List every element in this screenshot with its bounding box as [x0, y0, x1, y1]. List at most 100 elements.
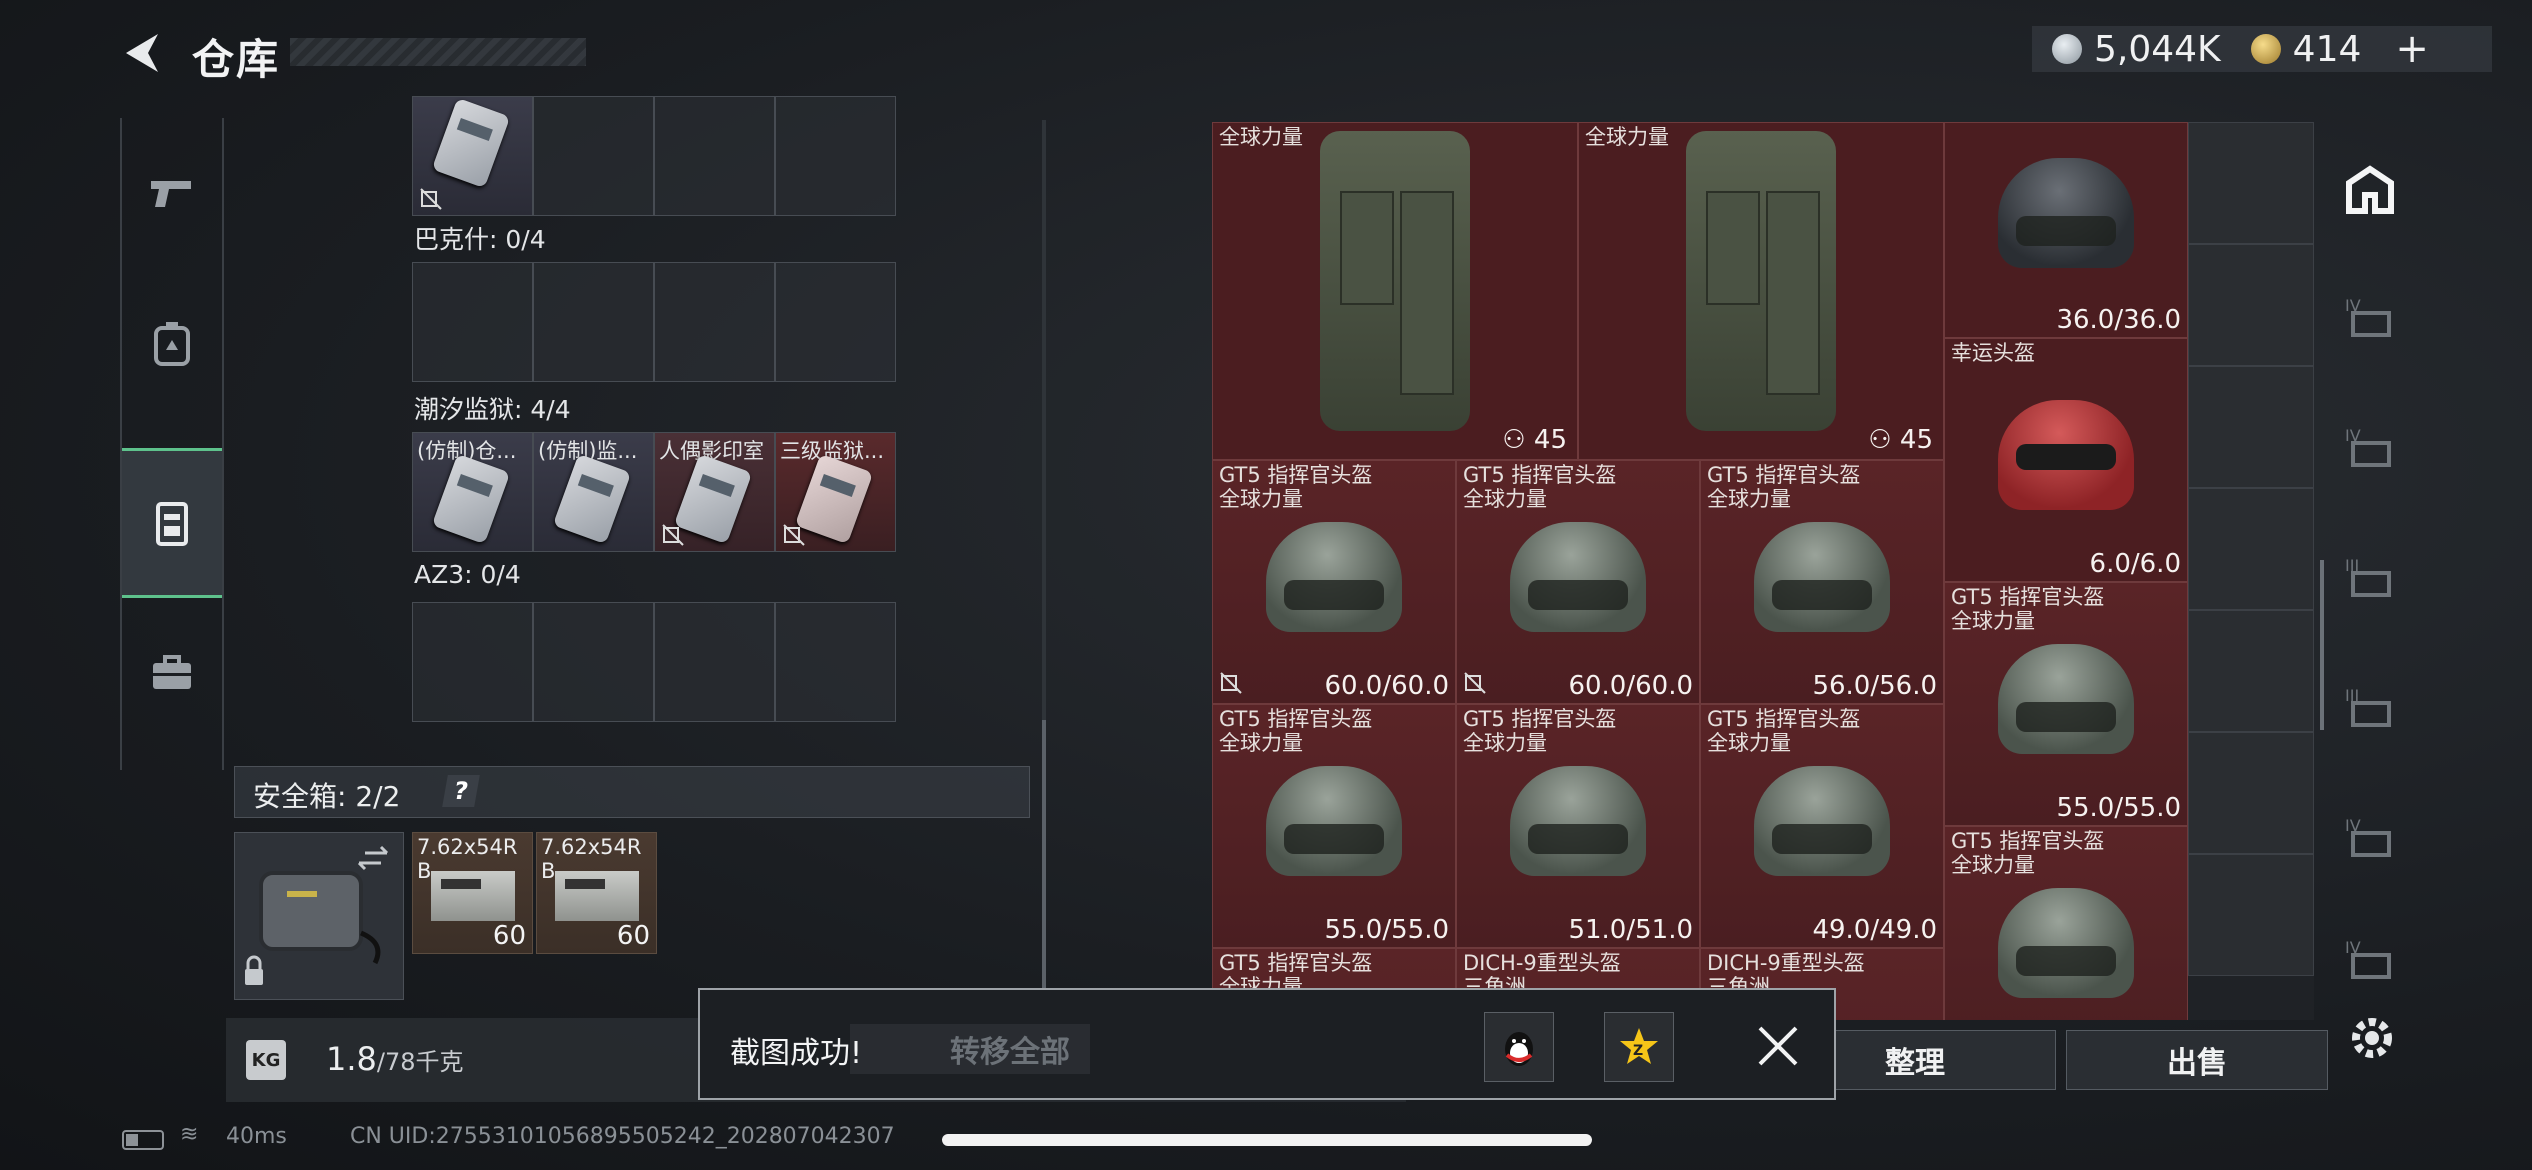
no-transfer-icon: [783, 524, 805, 546]
inventory-item-helmet[interactable]: GT5 指挥官头盔 全球力量 51.0/51.0: [1456, 704, 1700, 948]
empty-slot[interactable]: [2188, 488, 2314, 610]
nav-equipment[interactable]: [122, 268, 222, 418]
nav-weapons[interactable]: [122, 118, 222, 268]
inventory-item-helmet[interactable]: GT5 指挥官头盔 全球力量 60.0/60.0: [1212, 460, 1456, 704]
ammo-slot[interactable]: 7.62x54R B 60: [412, 832, 533, 954]
inventory-item-helmet[interactable]: GT5 指挥官头盔 全球力量 60.0/60.0: [1456, 460, 1700, 704]
item-name: GT5 指挥官头盔 全球力量: [1707, 463, 1860, 511]
inventory-item-helmet[interactable]: GT5 指挥官头盔 全球力量 49.0/49.0: [1700, 704, 1944, 948]
item-name-line2: 全球力量: [1219, 487, 1303, 511]
item-name: GT5 指挥官头盔 全球力量: [1463, 707, 1616, 755]
nav-tier-3-a[interactable]: III: [2340, 548, 2400, 608]
item-name: GT5 指挥官头盔 全球力量: [1951, 829, 2104, 877]
empty-slot[interactable]: [654, 602, 775, 722]
item-name-line1: DICH-9重型头盔: [1707, 951, 1865, 975]
safe-case-slot[interactable]: [234, 832, 404, 1000]
title-decoration: [290, 38, 586, 66]
help-button[interactable]: ?: [442, 775, 480, 807]
empty-slot[interactable]: [775, 262, 896, 382]
item-count: ⚇ 45: [1502, 425, 1567, 455]
share-qzone-button[interactable]: Z: [1604, 1012, 1674, 1082]
gear-icon[interactable]: [2344, 1010, 2400, 1066]
item-count: ⚇ 45: [1868, 425, 1933, 455]
weight-max: /78千克: [376, 1048, 464, 1076]
share-qq-button[interactable]: [1484, 1012, 1554, 1082]
durability: 60.0/60.0: [1568, 671, 1693, 701]
card-slot[interactable]: (仿制)仓...: [412, 432, 533, 552]
leg-rig-image: [1686, 131, 1836, 431]
keycard-icon: [673, 453, 753, 545]
nav-tier-4-b[interactable]: IV: [2340, 418, 2400, 478]
empty-slot[interactable]: [412, 262, 533, 382]
empty-slot[interactable]: [2188, 244, 2314, 366]
nav-tier-4-d[interactable]: IV: [2340, 930, 2400, 990]
left-category-nav: [120, 118, 224, 770]
empty-slot[interactable]: [654, 262, 775, 382]
home-indicator[interactable]: [942, 1134, 1592, 1146]
inventory-item-helmet[interactable]: GT5 指挥官头盔 全球力量 55.0/55.0: [1212, 704, 1456, 948]
gold-amount: 414: [2292, 28, 2362, 70]
inventory-item-lucky-helmet[interactable]: 幸运头盔 6.0/6.0: [1944, 338, 2188, 582]
card-slot[interactable]: 三级监狱...: [775, 432, 896, 552]
empty-slot[interactable]: [775, 96, 896, 216]
svg-text:Z: Z: [1633, 1043, 1643, 1059]
card-slot[interactable]: [412, 96, 533, 216]
ammo-slot[interactable]: 7.62x54R B 60: [536, 832, 657, 954]
inventory-item-helmet[interactable]: GT5 指挥官头盔 全球力量 55.0/55.0: [1944, 582, 2188, 826]
card-slot[interactable]: (仿制)监...: [533, 432, 654, 552]
inventory-item-helmet[interactable]: GT5 指挥官头盔 全球力量: [1944, 826, 2188, 1020]
tier-iv-icon: IV: [2345, 426, 2391, 467]
item-name-line1: GT5 指挥官头盔: [1707, 707, 1861, 731]
nav-toolbox[interactable]: [122, 598, 222, 748]
inventory-item-pants[interactable]: 全球力量 ⚇ 45: [1578, 122, 1944, 460]
item-name: 幸运头盔: [1951, 341, 2035, 365]
item-name-line1: GT5 指挥官头盔: [1219, 707, 1373, 731]
empty-slot[interactable]: [2188, 610, 2314, 732]
item-brand: 全球力量: [1219, 125, 1303, 149]
wifi-icon: ≋: [180, 1122, 199, 1147]
durability: 55.0/55.0: [2056, 793, 2181, 823]
currency-bar: 5,044K 414 +: [2032, 26, 2492, 72]
card-slot[interactable]: 人偶影印室: [654, 432, 775, 552]
nav-tier-4-c[interactable]: IV: [2340, 808, 2400, 868]
empty-slot[interactable]: [412, 602, 533, 722]
empty-slot[interactable]: [533, 96, 654, 216]
nav-all[interactable]: [2340, 160, 2400, 220]
close-icon[interactable]: [1750, 1018, 1806, 1074]
inventory-item-pants[interactable]: 全球力量 ⚇ 45: [1212, 122, 1578, 460]
back-arrow-icon[interactable]: [118, 28, 168, 78]
empty-slot[interactable]: [533, 262, 654, 382]
count-value: 45: [1899, 425, 1933, 455]
empty-slot[interactable]: [2188, 366, 2314, 488]
screenshot-toast: 转移全部 截图成功! Z: [698, 988, 1836, 1100]
nav-tier-4-a[interactable]: IV: [2340, 288, 2400, 348]
empty-slot[interactable]: [775, 602, 896, 722]
slot-row-tidal-prison: (仿制)仓... (仿制)监... 人偶影印室 三级监狱...: [412, 432, 896, 552]
transfer-all-button[interactable]: 转移全部: [850, 1024, 1090, 1074]
add-currency-button[interactable]: +: [2395, 26, 2429, 72]
status-footer: ≋ 40ms CN UID:27553101056895505242_20280…: [0, 1118, 2532, 1168]
empty-slot[interactable]: [2188, 732, 2314, 854]
empty-slot[interactable]: [654, 96, 775, 216]
sell-button[interactable]: 出售: [2066, 1030, 2328, 1090]
empty-slot[interactable]: [2188, 854, 2314, 976]
ammo-count: 60: [616, 921, 650, 951]
tier-iv-icon: IV: [2345, 296, 2391, 337]
tier-iii-icon: III: [2345, 556, 2391, 597]
empty-slot[interactable]: [533, 602, 654, 722]
left-scrollbar[interactable]: [1042, 120, 1046, 1000]
inventory-item-nvg-helmet[interactable]: 36.0/36.0: [1944, 122, 2188, 338]
nav-tier-3-b[interactable]: III: [2340, 678, 2400, 738]
ping-readout: 40ms: [226, 1124, 287, 1149]
right-scrollbar[interactable]: [2320, 560, 2324, 730]
gold-coin-icon: [2250, 34, 2281, 64]
leg-rig-image: [1320, 131, 1470, 431]
inventory-item-helmet[interactable]: GT5 指挥官头盔 全球力量 56.0/56.0: [1700, 460, 1944, 704]
nav-cards[interactable]: [122, 448, 222, 598]
keycard-icon: [431, 97, 511, 189]
empty-slot[interactable]: [2188, 122, 2314, 244]
ammo-count: 60: [492, 921, 526, 951]
item-name-line1: GT5 指挥官头盔: [1463, 463, 1617, 487]
toolbox-icon: [153, 655, 191, 689]
weight-readout: 1.8/78千克: [326, 1040, 464, 1078]
